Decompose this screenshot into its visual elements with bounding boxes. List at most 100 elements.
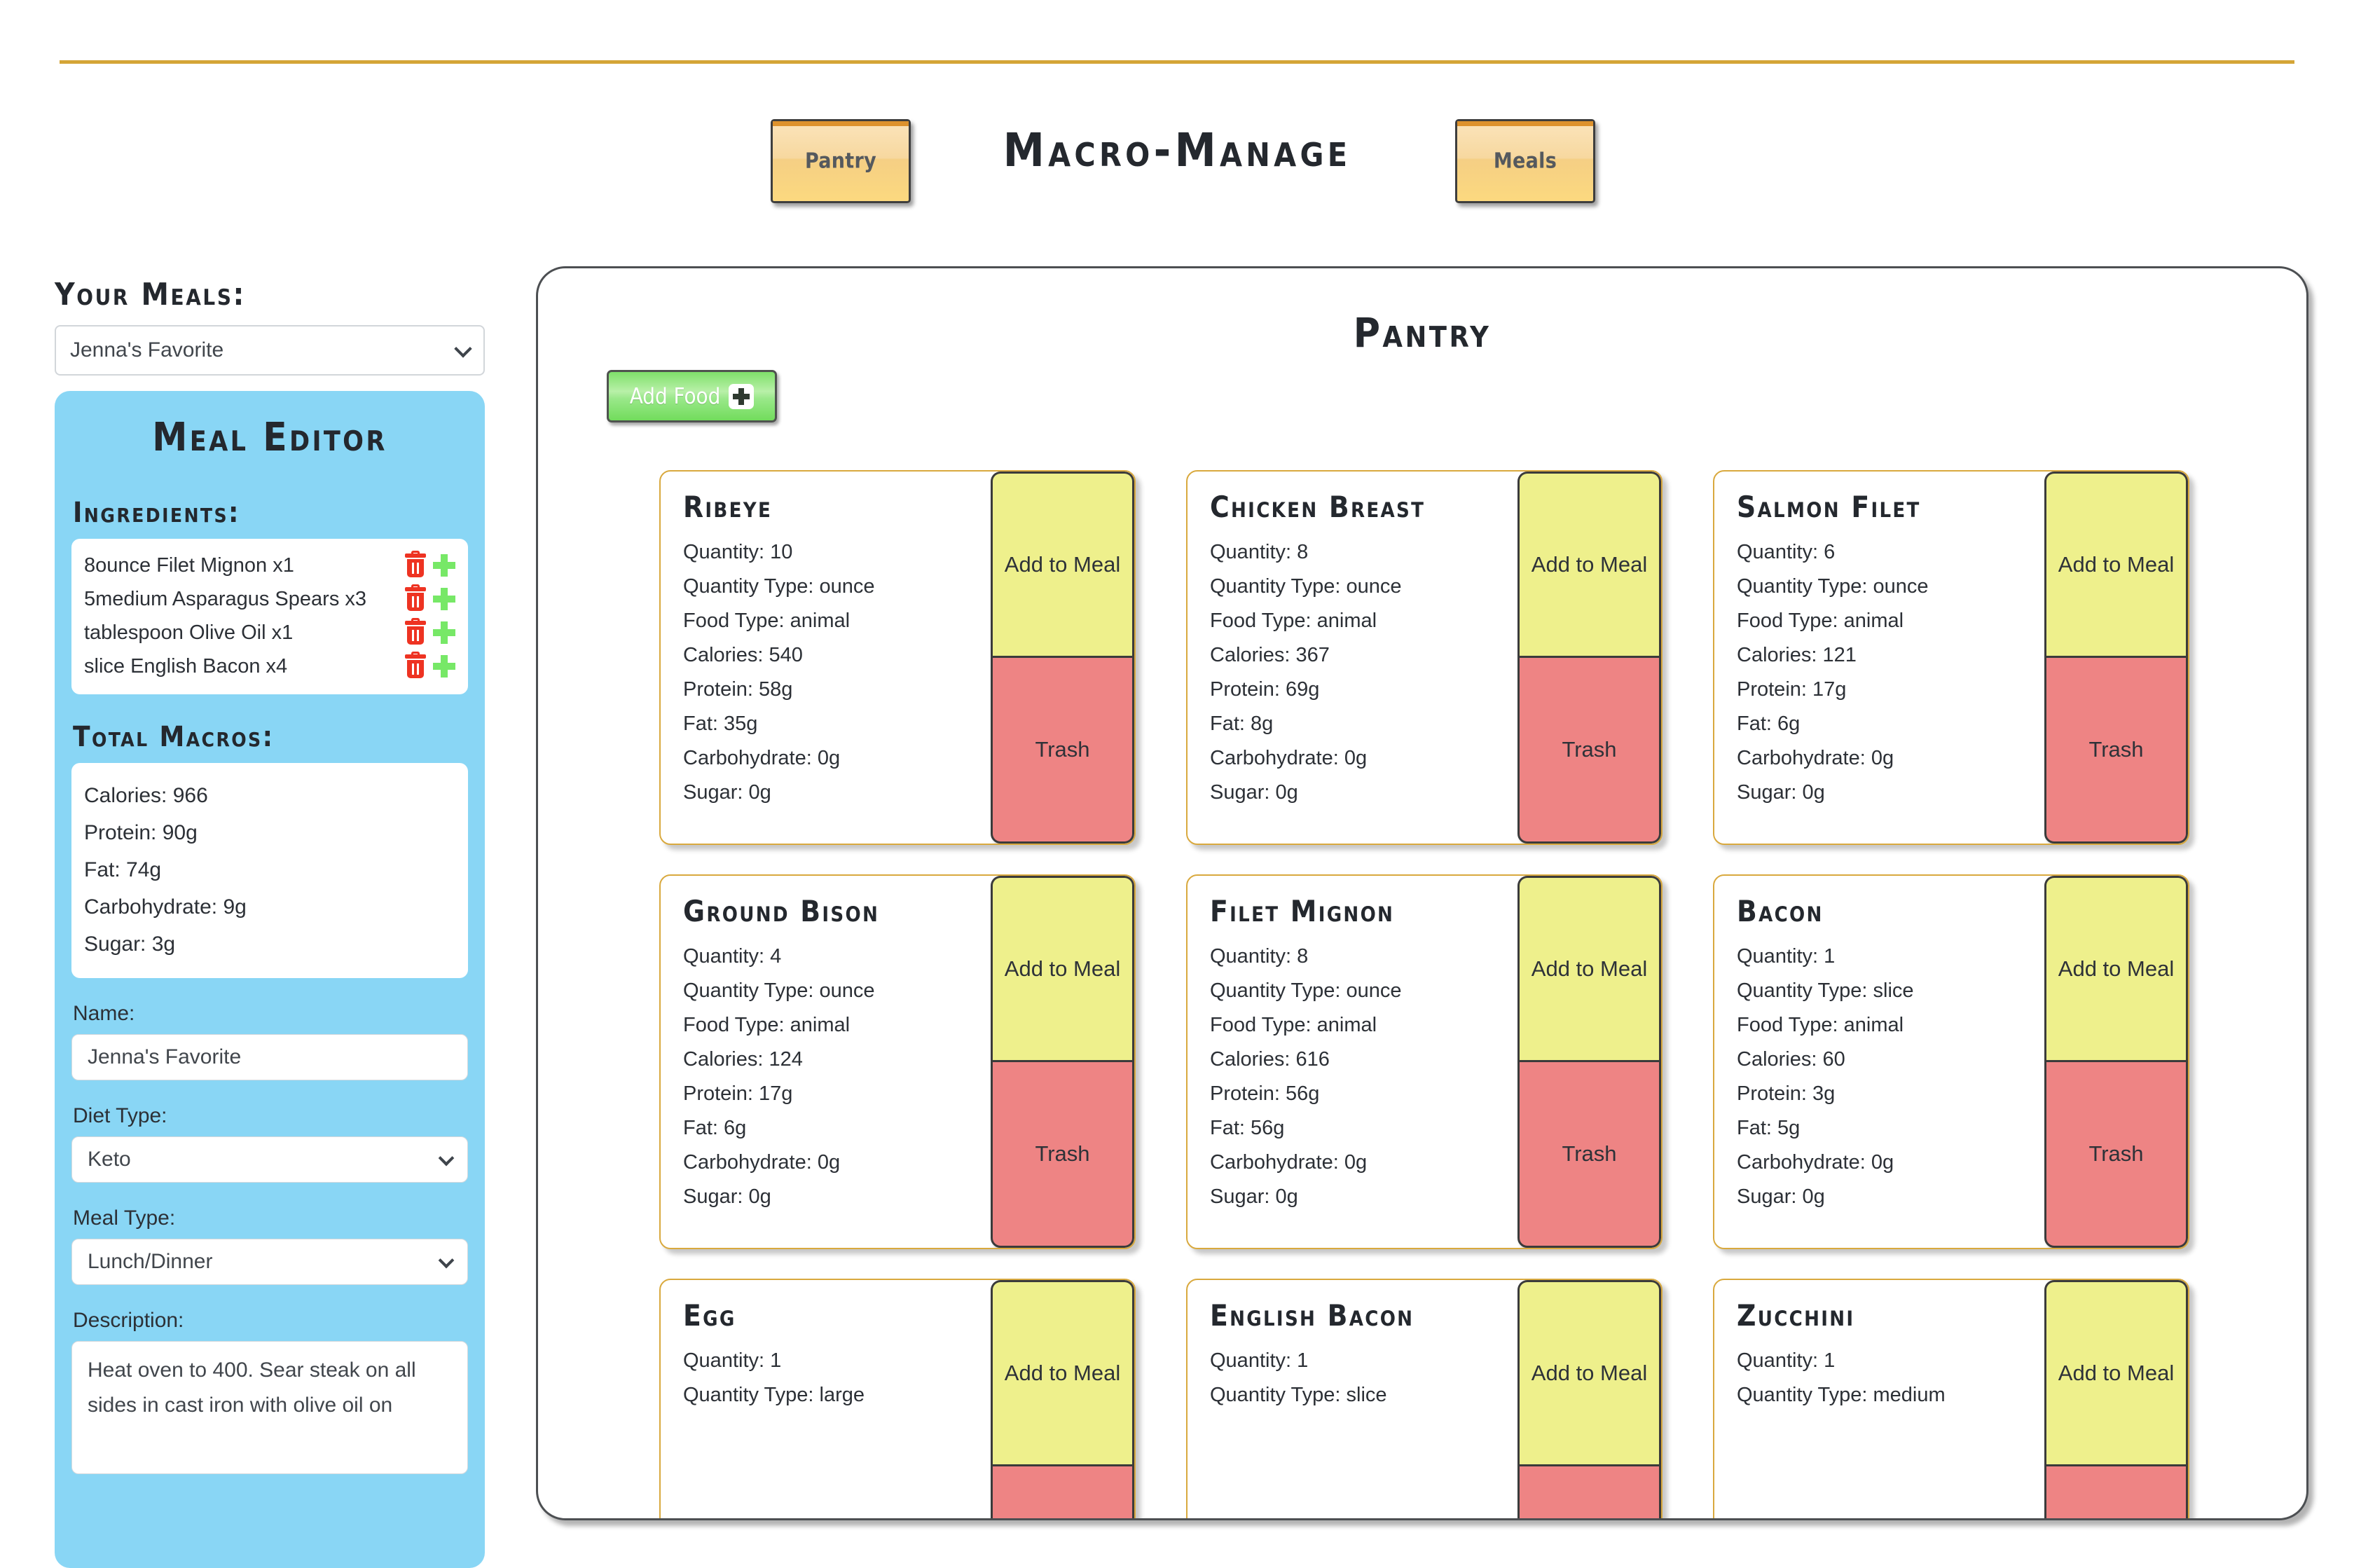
food-card-actions: Add to MealTrash — [991, 1280, 1134, 1518]
food-card-title: Chicken Breast — [1210, 490, 1426, 524]
meal-type-select[interactable]: Lunch/Dinner — [71, 1239, 468, 1285]
food-card: Filet Mignon Quantity: 8 Quantity Type: ou… — [1186, 874, 1663, 1249]
nav-button-meals[interactable]: Meals — [1455, 119, 1595, 203]
food-card-title: Ground Bison — [683, 894, 880, 928]
food-card-stat: Sugar: 0g — [683, 781, 771, 804]
description-field[interactable]: Heat oven to 400. Sear steak on all side… — [71, 1341, 468, 1474]
diet-type-select[interactable]: Keto — [71, 1136, 468, 1183]
food-card-stat: Protein: 17g — [683, 1082, 793, 1105]
food-card-stat: Quantity: 1 — [1210, 1349, 1309, 1372]
food-card: Ground Bison Quantity: 4 Quantity Type: ou… — [659, 874, 1136, 1249]
ingredient-actions — [405, 618, 455, 645]
nav-button-pantry[interactable]: Pantry — [771, 119, 911, 203]
food-card: Chicken Breast Quantity: 8 Quantity Type: … — [1186, 470, 1663, 845]
plus-icon[interactable] — [433, 621, 455, 644]
trash-button[interactable]: Trash — [1517, 1060, 1661, 1248]
top-divider — [60, 60, 2294, 64]
plus-icon[interactable] — [433, 588, 455, 610]
trash-icon[interactable] — [405, 584, 426, 611]
food-card: English Bacon Quantity: 1 Quantity Type: s… — [1186, 1279, 1663, 1518]
trash-button[interactable]: Trash — [2044, 1060, 2188, 1248]
macro-line: Protein: 90g — [84, 821, 198, 844]
food-card-stat: Quantity Type: ounce — [683, 575, 875, 598]
food-card-actions: Add to MealTrash — [1517, 1280, 1661, 1518]
meal-type-label: Meal Type: — [73, 1206, 176, 1230]
add-to-meal-button[interactable]: Add to Meal — [1517, 472, 1661, 656]
macro-line: Carbohydrate: 9g — [84, 895, 247, 919]
trash-button[interactable]: Trash — [1517, 1464, 1661, 1518]
food-card-actions: Add to MealTrash — [1517, 472, 1661, 844]
food-card-stat: Quantity Type: ounce — [1210, 979, 1402, 1002]
chevron-down-icon — [454, 340, 472, 358]
plus-icon[interactable] — [433, 655, 455, 678]
food-card-stat: Food Type: animal — [1737, 1014, 1904, 1036]
add-food-button[interactable]: Add Food — [607, 370, 777, 422]
food-card-stat: Carbohydrate: 0g — [683, 747, 841, 769]
ingredient-label: slice English Bacon x4 — [84, 655, 288, 678]
food-card-stat: Quantity Type: large — [683, 1384, 865, 1406]
add-to-meal-button[interactable]: Add to Meal — [2044, 472, 2188, 656]
trash-icon[interactable] — [405, 618, 426, 645]
meal-editor-title: Meal Editor — [152, 415, 387, 460]
trash-button[interactable]: Trash — [991, 1464, 1134, 1518]
trash-button[interactable]: Trash — [2044, 656, 2188, 844]
food-card-stat: Protein: 3g — [1737, 1082, 1836, 1105]
meal-editor-panel: Meal Editor Ingredients: 8ounce Filet Mi… — [55, 391, 485, 1568]
food-card-stat: Sugar: 0g — [1210, 1185, 1298, 1208]
trash-icon[interactable] — [405, 652, 426, 678]
food-card-title: Salmon Filet — [1737, 490, 1921, 524]
meal-select[interactable]: Jenna's Favorite — [55, 325, 485, 376]
food-card-title: Zucchini — [1737, 1298, 1855, 1333]
ingredient-actions — [405, 551, 455, 577]
add-to-meal-button[interactable]: Add to Meal — [2044, 876, 2188, 1060]
total-macros-box: Calories: 966 Protein: 90g Fat: 74g Carbohy… — [71, 763, 468, 978]
macro-line: Fat: 74g — [84, 858, 162, 881]
food-card-stat: Sugar: 0g — [1737, 1185, 1825, 1208]
food-card-title: Ribeye — [683, 490, 773, 524]
pantry-panel: Pantry Add Food Ribeye Quantity: 10 Quanti… — [536, 266, 2308, 1520]
description-label: Description: — [73, 1309, 184, 1332]
add-to-meal-button[interactable]: Add to Meal — [991, 472, 1134, 656]
trash-button[interactable]: Trash — [2044, 1464, 2188, 1518]
food-card: Egg Quantity: 1 Quantity Type: large Add to… — [659, 1279, 1136, 1518]
diet-type-label: Diet Type: — [73, 1104, 167, 1127]
food-card-stat: Food Type: animal — [1210, 610, 1377, 632]
food-card-title: Egg — [683, 1298, 736, 1333]
food-card-stat: Carbohydrate: 0g — [1210, 747, 1368, 769]
food-card-stat: Food Type: animal — [683, 1014, 851, 1036]
food-card-body: Filet Mignon Quantity: 8 Quantity Type: ou… — [1188, 876, 1517, 1248]
add-to-meal-button[interactable]: Add to Meal — [991, 1280, 1134, 1464]
plus-icon — [729, 383, 755, 409]
food-card-actions: Add to MealTrash — [991, 472, 1134, 844]
food-card: Zucchini Quantity: 1 Quantity Type: medium… — [1713, 1279, 2189, 1518]
name-field[interactable]: Jenna's Favorite — [71, 1034, 468, 1080]
food-card-body: Salmon Filet Quantity: 6 Quantity Type: ou… — [1714, 472, 2044, 844]
food-card-body: Zucchini Quantity: 1 Quantity Type: medium — [1714, 1280, 2044, 1518]
add-to-meal-button[interactable]: Add to Meal — [2044, 1280, 2188, 1464]
ingredient-row: 5medium Asparagus Spears x3 — [84, 582, 455, 616]
food-card-stat: Carbohydrate: 0g — [683, 1151, 841, 1174]
food-card-stat: Calories: 367 — [1210, 644, 1330, 666]
trash-button[interactable]: Trash — [1517, 656, 1661, 844]
macro-line: Calories: 966 — [84, 784, 208, 807]
trash-icon[interactable] — [405, 551, 426, 577]
add-to-meal-button[interactable]: Add to Meal — [1517, 876, 1661, 1060]
total-macros-label: Total Macros: — [73, 721, 275, 753]
trash-button[interactable]: Trash — [991, 656, 1134, 844]
food-card-body: Egg Quantity: 1 Quantity Type: large — [661, 1280, 991, 1518]
ingredients-list: 8ounce Filet Mignon x1 5medium Asparagus … — [71, 539, 468, 694]
name-label: Name: — [73, 1002, 135, 1025]
app-header: Pantry Macro-Manage Meals — [0, 119, 2354, 207]
add-to-meal-button[interactable]: Add to Meal — [1517, 1280, 1661, 1464]
plus-icon[interactable] — [433, 554, 455, 577]
food-card-stat: Fat: 6g — [1737, 713, 1801, 735]
food-card: Salmon Filet Quantity: 6 Quantity Type: ou… — [1713, 470, 2189, 845]
food-card-body: English Bacon Quantity: 1 Quantity Type: s… — [1188, 1280, 1517, 1518]
food-card-stat: Quantity Type: ounce — [683, 979, 875, 1002]
food-card-stat: Fat: 35g — [683, 713, 758, 735]
add-to-meal-button[interactable]: Add to Meal — [991, 876, 1134, 1060]
food-card-stat: Quantity: 8 — [1210, 541, 1309, 563]
food-card-stat: Sugar: 0g — [1210, 781, 1298, 804]
trash-button[interactable]: Trash — [991, 1060, 1134, 1248]
ingredient-row: slice English Bacon x4 — [84, 649, 455, 683]
